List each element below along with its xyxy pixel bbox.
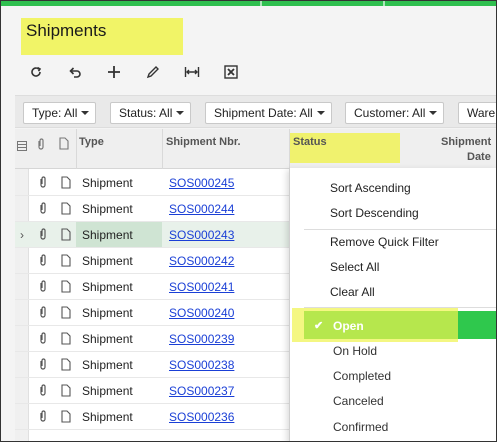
fit-columns-icon[interactable] [179,59,205,85]
row-select-header-icon [17,141,27,154]
note-icon[interactable] [61,280,73,294]
table-row[interactable]: Shipment SOS000245 [15,170,290,196]
column-header-shipment-date[interactable]: Shipment [441,136,491,148]
cell-shipment-nbr-link[interactable]: SOS000245 [169,176,234,190]
note-icon[interactable] [61,384,73,398]
note-icon[interactable] [61,410,73,424]
attachment-icon[interactable] [39,384,51,398]
app-window: Shipments Type: All Status: All Shipment… [0,0,497,442]
edit-icon[interactable] [140,59,166,85]
attachment-icon[interactable] [39,176,51,190]
attachment-icon[interactable] [39,202,51,216]
option-on-hold[interactable]: On Hold [333,344,377,358]
checkmark-icon: ✔ [314,320,324,332]
note-icon[interactable] [61,358,73,372]
note-header-icon [59,137,69,153]
cell-type: Shipment [82,358,133,372]
chevron-down-icon [176,111,185,115]
cell-type: Shipment [82,306,133,320]
page-title: Shipments [26,21,107,40]
option-confirmed[interactable]: Confirmed [333,420,388,434]
chevron-down-icon [429,111,438,115]
top-accent-bar [1,1,496,6]
chevron-down-icon [81,111,90,115]
note-icon[interactable] [61,176,73,190]
cell-type: Shipment [82,384,133,398]
column-header-shipment-nbr[interactable]: Shipment Nbr. [166,136,241,148]
filter-type[interactable]: Type: All [23,102,97,124]
add-icon[interactable] [101,59,127,85]
filter-status[interactable]: Status: All [110,102,192,124]
attachment-icon[interactable] [39,280,51,294]
table-row[interactable]: Shipment SOS000236 [15,404,290,430]
column-header-shipment-date-line2: Date [467,151,491,163]
cell-type: Shipment [82,176,133,190]
table-row[interactable]: Shipment SOS000242 [15,248,290,274]
attachment-icon[interactable] [39,332,51,346]
cell-type: Shipment [82,410,133,424]
menu-remove-quick-filter[interactable]: Remove Quick Filter [330,235,439,249]
attachment-icon[interactable] [39,306,51,320]
column-header-type[interactable]: Type [79,136,104,148]
attachment-header-icon [37,138,45,153]
table-row[interactable]: Shipment SOS000239 [15,326,290,352]
table-row[interactable]: Shipment SOS000244 [15,196,290,222]
cell-type: Shipment [82,228,133,242]
attachment-icon[interactable] [39,228,51,242]
cell-type: Shipment [82,254,133,268]
chevron-down-icon [316,111,325,115]
grid-header: Type Shipment Nbr. Status Shipment Date [15,129,496,169]
menu-sort-ascending[interactable]: Sort Ascending [330,181,411,195]
menu-divider [304,229,496,230]
toolbar [23,59,257,85]
table-row[interactable]: Shipment SOS000241 [15,274,290,300]
note-icon[interactable] [61,254,73,268]
current-row-icon: › [20,228,24,242]
export-excel-icon[interactable] [218,59,244,85]
cell-type: Shipment [82,332,133,346]
cell-shipment-nbr-link[interactable]: SOS000244 [169,202,234,216]
note-icon[interactable] [61,228,73,242]
attachment-icon[interactable] [39,410,51,424]
cell-shipment-nbr-link[interactable]: SOS000236 [169,410,234,424]
menu-select-all[interactable]: Select All [330,260,379,274]
filter-bar: Type: All Status: All Shipment Date: All… [15,95,496,128]
status-column-menu: Sort Ascending Sort Descending Remove Qu… [289,168,496,441]
note-icon[interactable] [61,332,73,346]
cell-type: Shipment [82,280,133,294]
cell-type: Shipment [82,202,133,216]
table-row[interactable]: Shipment SOS000238 [15,352,290,378]
attachment-icon[interactable] [39,254,51,268]
cell-shipment-nbr-link[interactable]: SOS000239 [169,332,234,346]
cell-shipment-nbr-link[interactable]: SOS000243 [169,228,234,242]
cell-shipment-nbr-link[interactable]: SOS000242 [169,254,234,268]
cell-shipment-nbr-link[interactable]: SOS000238 [169,358,234,372]
option-canceled[interactable]: Canceled [333,394,384,408]
undo-icon[interactable] [62,59,88,85]
note-icon[interactable] [61,306,73,320]
table-row[interactable]: Shipment SOS000240 [15,300,290,326]
attachment-icon[interactable] [39,358,51,372]
table-row[interactable]: Shipment SOS000237 [15,378,290,404]
cell-shipment-nbr-link[interactable]: SOS000240 [169,306,234,320]
filter-shipment-date[interactable]: Shipment Date: All [205,102,332,124]
refresh-icon[interactable] [23,59,49,85]
cell-shipment-nbr-link[interactable]: SOS000241 [169,280,234,294]
column-header-status[interactable]: Status [293,136,327,148]
option-open[interactable]: Open [333,319,364,333]
menu-sort-descending[interactable]: Sort Descending [330,206,419,220]
table-row[interactable]: › Shipment SOS000243 [15,222,290,248]
cell-shipment-nbr-link[interactable]: SOS000237 [169,384,234,398]
menu-clear-all[interactable]: Clear All [330,285,375,299]
option-completed[interactable]: Completed [333,369,391,383]
filter-warehouse[interactable]: Ware [458,102,496,124]
filter-customer[interactable]: Customer: All [345,102,445,124]
note-icon[interactable] [61,202,73,216]
